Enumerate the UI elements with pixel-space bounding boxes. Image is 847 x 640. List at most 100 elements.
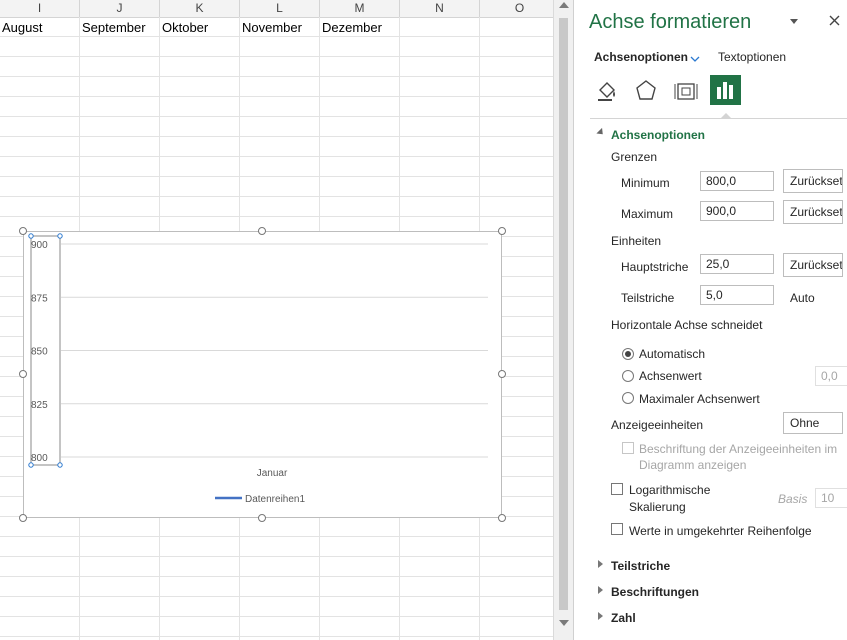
column-header-k[interactable]: K: [160, 0, 240, 17]
y-axis-tick-label: 825: [31, 400, 48, 411]
tab-axis-options-chevron-icon[interactable]: [690, 52, 700, 62]
cell-m1[interactable]: Dezember: [320, 18, 400, 38]
major-units-input[interactable]: 25,0: [700, 254, 774, 274]
axis-options-icon[interactable]: [710, 75, 741, 105]
fill-line-icon[interactable]: [594, 78, 620, 104]
column-header-bar: I J K L M N O: [0, 0, 553, 18]
column-header-n[interactable]: N: [400, 0, 480, 17]
minor-units-label: Teilstriche: [621, 291, 675, 305]
format-axis-pane: Achse formatieren Achsenoptionen Textopt…: [573, 0, 847, 640]
log-scale-label-line1: Logarithmische: [629, 483, 711, 497]
grid-row: [0, 137, 553, 157]
section-expanded-arrow-icon[interactable]: [596, 127, 606, 138]
chart-resize-handle-left[interactable]: [19, 370, 27, 378]
minimum-reset-button[interactable]: Zurücksetzen: [783, 169, 843, 193]
x-axis-category-label: Januar: [257, 468, 288, 479]
cell-j1[interactable]: September: [80, 18, 160, 38]
chart-plot: 900 875 850 825 800 Januar Datenreihen1: [28, 233, 488, 505]
y-axis-tick-label: 800: [31, 453, 48, 464]
tab-axis-options[interactable]: Achsenoptionen: [594, 50, 688, 64]
horizontal-axis-crosses-header: Horizontale Achse schneidet: [611, 318, 763, 332]
maximum-input[interactable]: 900,0: [700, 201, 774, 221]
chart-resize-handle-bottom[interactable]: [258, 514, 266, 522]
scroll-up-arrow-icon[interactable]: [559, 2, 569, 8]
radio-maximum-axis-value-label[interactable]: Maximaler Achsenwert: [639, 392, 760, 406]
active-tab-pointer: [720, 113, 732, 119]
minimum-input[interactable]: 800,0: [700, 171, 774, 191]
section-number[interactable]: Zahl: [611, 611, 636, 625]
legend-series-label: Datenreihen1: [245, 494, 305, 505]
radio-axis-value-label[interactable]: Achsenwert: [639, 369, 702, 383]
axis-value-input[interactable]: 0,0: [815, 366, 847, 386]
grid-row: [0, 577, 553, 597]
radio-axis-value[interactable]: [622, 370, 634, 382]
chart-resize-handle-right[interactable]: [498, 370, 506, 378]
reverse-order-checkbox[interactable]: [611, 523, 623, 535]
grid-row: [0, 537, 553, 557]
cell-l1[interactable]: November: [240, 18, 320, 38]
show-display-units-checkbox[interactable]: [622, 442, 634, 454]
radio-maximum-axis-value[interactable]: [622, 392, 634, 404]
pane-title: Achse formatieren: [589, 11, 752, 33]
scroll-down-arrow-icon[interactable]: [559, 620, 569, 626]
y-axis-tick-label: 875: [31, 293, 48, 304]
log-scale-checkbox[interactable]: [611, 483, 623, 495]
log-base-input[interactable]: 10: [815, 488, 847, 508]
close-icon[interactable]: [826, 10, 844, 30]
maximum-label: Maximum: [621, 207, 674, 221]
chart-area[interactable]: 900 875 850 825 800 Januar Datenreihen1: [23, 231, 502, 518]
units-header: Einheiten: [611, 234, 662, 248]
spreadsheet-grid[interactable]: I J K L M N O August September Oktober N…: [0, 0, 553, 640]
minor-units-input[interactable]: 5,0: [700, 285, 774, 305]
reverse-order-label: Werte in umgekehrter Reihenfolge: [629, 524, 812, 538]
pane-options-dropdown-icon[interactable]: [790, 19, 798, 24]
section-tick-marks[interactable]: Teilstriche: [611, 559, 670, 573]
cell-i1[interactable]: August: [0, 18, 80, 38]
grid-row: [0, 177, 553, 197]
maximum-reset-button[interactable]: Zurücksetzen: [783, 200, 843, 224]
grid-row: [0, 517, 553, 537]
section-collapsed-arrow-icon[interactable]: [598, 560, 603, 568]
y-axis-selection-handle: [57, 462, 63, 468]
section-axis-options-header[interactable]: Achsenoptionen: [611, 128, 705, 142]
y-axis-selection-handle: [57, 233, 63, 239]
bounds-header: Grenzen: [611, 150, 658, 164]
grid-row: [0, 197, 553, 217]
chart-resize-handle-top-left[interactable]: [19, 227, 27, 235]
chart-resize-handle-bottom-right[interactable]: [498, 514, 506, 522]
section-collapsed-arrow-icon[interactable]: [598, 586, 603, 594]
log-scale-label-line2: Skalierung: [629, 500, 686, 514]
chart-resize-handle-bottom-left[interactable]: [19, 514, 27, 522]
column-header-j[interactable]: J: [80, 0, 160, 17]
radio-automatic[interactable]: [622, 348, 634, 360]
column-header-i[interactable]: I: [0, 0, 80, 17]
cell-k1[interactable]: Oktober: [160, 18, 240, 38]
grid-row: [0, 117, 553, 137]
minimum-label: Minimum: [621, 176, 670, 190]
y-axis-selection-handle: [28, 233, 34, 239]
column-header-o[interactable]: O: [480, 0, 553, 17]
y-axis-tick-label: 850: [31, 347, 48, 358]
chart-resize-handle-top[interactable]: [258, 227, 266, 235]
section-collapsed-arrow-icon[interactable]: [598, 612, 603, 620]
major-units-reset-button[interactable]: Zurücksetzen: [783, 253, 843, 277]
effects-pentagon-icon[interactable]: [633, 78, 659, 104]
display-units-dropdown[interactable]: Ohne: [783, 412, 843, 434]
vertical-scrollbar[interactable]: [553, 0, 573, 640]
y-axis-tick-label: 900: [31, 240, 48, 251]
chart-resize-handle-top-right[interactable]: [498, 227, 506, 235]
minor-units-auto-label: Auto: [790, 291, 815, 305]
column-header-m[interactable]: M: [320, 0, 400, 17]
show-display-units-label-line2: Diagramm anzeigen: [639, 458, 747, 472]
tab-text-options[interactable]: Textoptionen: [718, 50, 786, 64]
grid-row: [0, 77, 553, 97]
column-header-l[interactable]: L: [240, 0, 320, 17]
scrollbar-thumb[interactable]: [559, 18, 568, 610]
grid-row: [0, 557, 553, 577]
grid-row: [0, 37, 553, 57]
size-properties-icon[interactable]: [673, 78, 699, 104]
radio-automatic-label[interactable]: Automatisch: [639, 347, 705, 361]
section-labels[interactable]: Beschriftungen: [611, 585, 699, 599]
show-display-units-label-line1: Beschriftung der Anzeigeeinheiten im: [639, 442, 838, 456]
major-units-label: Hauptstriche: [621, 260, 689, 274]
